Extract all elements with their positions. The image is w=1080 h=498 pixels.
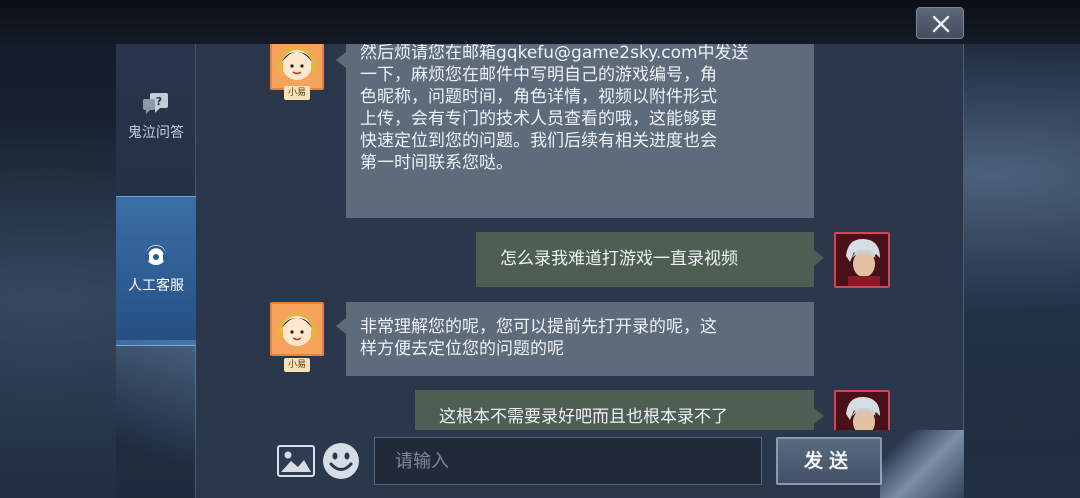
close-icon xyxy=(932,15,950,33)
message-line: 怎么录我难道打游戏一直录视频 xyxy=(500,249,738,269)
message-line: 快速定位到您的问题。我们后续有相关进度也会 xyxy=(360,131,717,151)
emoji-button[interactable] xyxy=(321,441,361,481)
svg-text:?: ? xyxy=(156,95,162,108)
sidebar-item-faq[interactable]: ? 鬼泣问答 xyxy=(116,92,196,152)
sidebar-item-label: 人工客服 xyxy=(128,278,184,294)
send-button[interactable]: 发送 xyxy=(776,437,882,485)
image-icon xyxy=(277,445,315,477)
question-bubble-icon: ? xyxy=(143,93,168,114)
message-bubble: 然后烦请您在邮箱gqkefu@game2sky.com中发送 一下，麻烦您在邮件… xyxy=(336,44,814,218)
emoji-icon xyxy=(323,443,359,479)
headset-icon xyxy=(145,245,167,265)
sidebar-item-label: 鬼泣问答 xyxy=(128,125,184,141)
message-line: 一下，麻烦您在邮件中写明自己的游戏编号，角 xyxy=(360,65,717,85)
user-character-portrait-icon xyxy=(836,234,888,286)
sidebar-item-customer-service[interactable]: 人工客服 xyxy=(116,196,196,346)
message-line: 色昵称，问题时间，角色详情，视频以附件形式 xyxy=(360,87,717,107)
message-line: 第一时间联系您哒。 xyxy=(360,153,513,173)
service-avatar xyxy=(270,302,324,356)
service-avatar xyxy=(270,44,324,90)
message-line: 非常理解您的呢，您可以提前先打开录的呢，这 xyxy=(360,317,717,337)
sidebar: ? 鬼泣问答 人工客服 xyxy=(116,44,196,498)
chat-messages: 小易 然后烦请您在邮箱gqkefu@game2sky.com中发送 一下，麻烦您… xyxy=(196,44,964,430)
message-line: 然后烦请您在邮箱gqkefu@game2sky.com中发送 xyxy=(360,44,749,63)
message-bubble: 非常理解您的呢，您可以提前先打开录的呢，这 样方便去定位您的问题的呢 xyxy=(336,302,814,376)
service-agent-face-icon xyxy=(277,312,317,346)
message-line: 样方便去定位您的问题的呢 xyxy=(360,339,564,359)
service-avatar-tag: 小易 xyxy=(284,358,310,372)
service-agent-face-icon xyxy=(277,46,317,80)
message-line: 上传，会有专门的技术人员查看的哦，这能够更 xyxy=(360,109,717,129)
message-input[interactable] xyxy=(374,437,762,485)
message-line: 这根本不需要录好吧而且也根本录不了 xyxy=(439,407,728,427)
message-bubble: 怎么录我难道打游戏一直录视频 xyxy=(476,232,824,287)
user-character-portrait-icon xyxy=(836,392,888,430)
service-avatar-tag: 小易 xyxy=(284,86,310,100)
image-picker-button[interactable] xyxy=(277,445,315,477)
user-avatar xyxy=(834,232,890,288)
close-button[interactable] xyxy=(916,7,964,39)
user-avatar xyxy=(834,390,890,430)
message-bubble: 这根本不需要录好吧而且也根本录不了 xyxy=(415,390,824,430)
